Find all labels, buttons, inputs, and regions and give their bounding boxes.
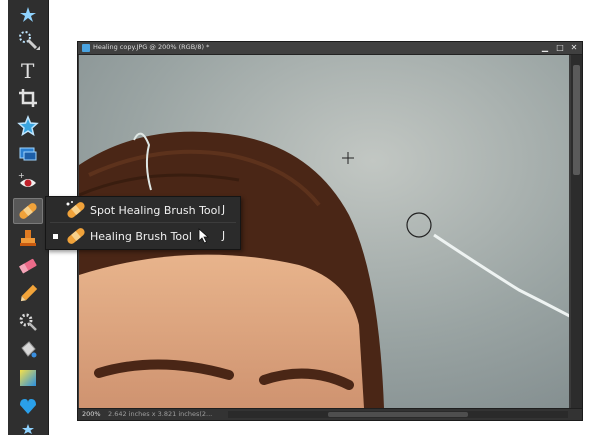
- eraser-tool[interactable]: [14, 254, 42, 278]
- document-titlebar[interactable]: Healing copy.JPG @ 200% (RGB/8) * ▁ □ ✕: [78, 42, 582, 55]
- tool-flyout-menu: Spot Healing Brush Tool J Healing Brush …: [45, 196, 241, 250]
- horizontal-scroll-thumb[interactable]: [328, 412, 468, 417]
- maximize-button[interactable]: □: [553, 42, 567, 54]
- menu-item-label: Spot Healing Brush Tool: [90, 203, 221, 217]
- custom-shape-tool[interactable]: [14, 394, 42, 418]
- menu-item-shortcut: J: [222, 204, 226, 216]
- selected-bullet-icon: [53, 233, 58, 239]
- cookie-cutter-icon: [17, 115, 39, 137]
- star-icon: [22, 423, 34, 434]
- type-tool[interactable]: T: [14, 58, 42, 82]
- menu-divider: [50, 222, 236, 223]
- paint-bucket-icon: [21, 341, 37, 358]
- magic-wand-icon: [20, 7, 36, 22]
- menu-item-healing-brush[interactable]: Healing Brush Tool J: [46, 224, 240, 248]
- menu-item-shortcut: J: [222, 230, 226, 242]
- status-bar: 200% 2.642 inches x 3.821 inches(2...: [78, 408, 582, 420]
- more-tools[interactable]: [14, 420, 42, 435]
- clone-stamp-icon: [20, 230, 36, 246]
- custom-shape-icon: [20, 399, 36, 414]
- type-icon: T: [21, 59, 35, 81]
- horizontal-scrollbar[interactable]: [228, 411, 568, 418]
- smart-brush-icon: [19, 313, 37, 331]
- vertical-scroll-thumb[interactable]: [573, 65, 580, 175]
- magic-wand-tool[interactable]: [14, 2, 42, 26]
- red-eye-icon: +: [18, 171, 36, 187]
- svg-text:+: +: [18, 171, 25, 180]
- healing-brush-icon: [19, 203, 37, 219]
- pencil-icon: [20, 284, 38, 302]
- pencil-tool[interactable]: [14, 282, 42, 306]
- red-eye-tool[interactable]: +: [14, 170, 42, 194]
- zoom-level[interactable]: 200%: [82, 410, 101, 418]
- clone-stamp-tool[interactable]: [14, 226, 42, 250]
- gradient-icon: [20, 370, 36, 386]
- spot-healing-brush-icon: [66, 201, 85, 218]
- close-button[interactable]: ✕: [567, 42, 581, 54]
- svg-text:T: T: [21, 59, 35, 81]
- document-size: 2.642 inches x 3.821 inches(2...: [108, 410, 213, 418]
- straighten-tool[interactable]: [14, 142, 42, 166]
- healing-brush-icon: [67, 228, 85, 244]
- vertical-scrollbar[interactable]: [571, 55, 582, 408]
- document-title: Healing copy.JPG @ 200% (RGB/8) *: [93, 43, 210, 51]
- healing-brush-tool[interactable]: [13, 198, 43, 224]
- menu-item-label: Healing Brush Tool: [90, 229, 192, 243]
- menu-item-spot-healing-brush[interactable]: Spot Healing Brush Tool J: [46, 198, 240, 222]
- gradient-tool[interactable]: [14, 366, 42, 390]
- document-icon: [82, 44, 90, 52]
- crop-icon: [19, 89, 37, 107]
- paint-bucket-tool[interactable]: [14, 338, 42, 362]
- smart-brush-tool[interactable]: [14, 310, 42, 334]
- straighten-icon: [19, 147, 37, 161]
- quick-selection-tool[interactable]: [14, 28, 42, 52]
- cookie-cutter-tool[interactable]: [14, 114, 42, 138]
- crop-tool[interactable]: [14, 86, 42, 110]
- eraser-icon: [19, 258, 37, 274]
- mouse-pointer-icon: [198, 228, 210, 244]
- minimize-button[interactable]: ▁: [538, 42, 552, 54]
- toolbox: T +: [8, 0, 49, 435]
